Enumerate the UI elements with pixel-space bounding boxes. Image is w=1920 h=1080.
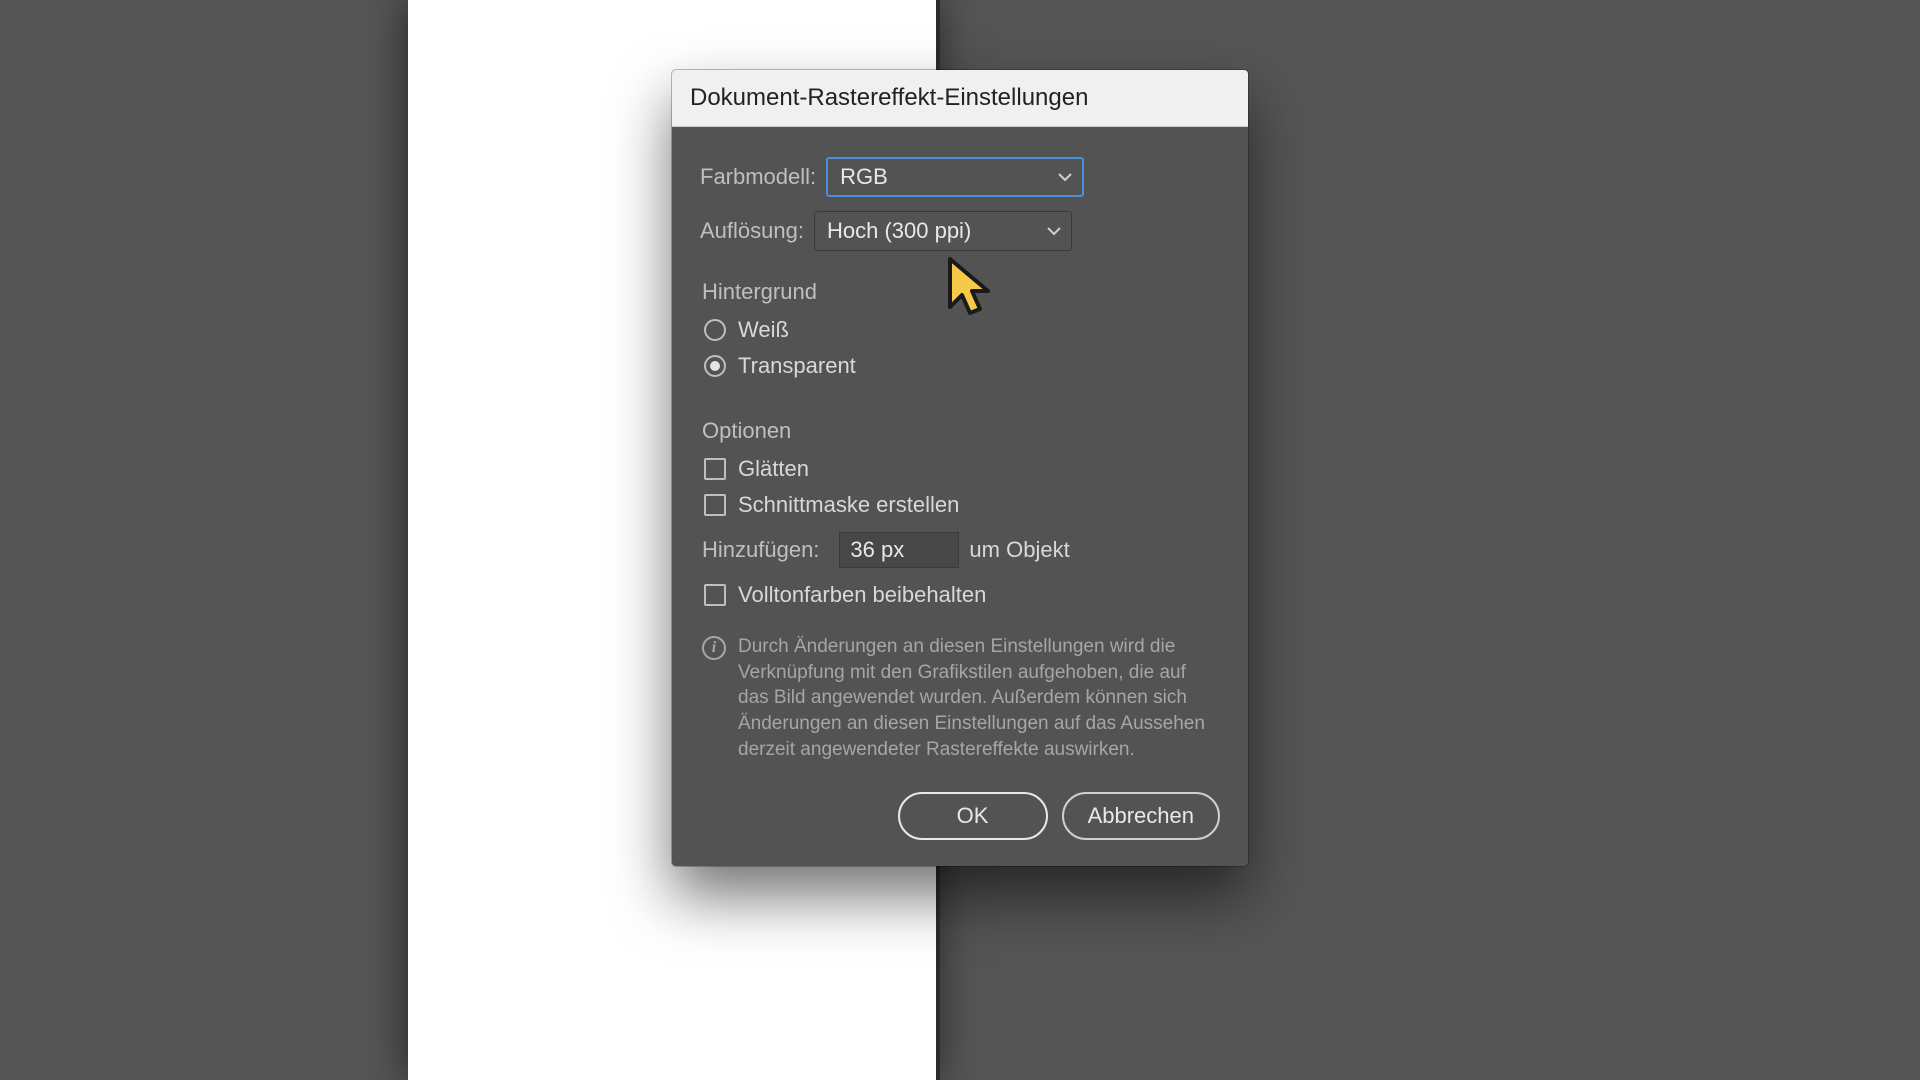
info-row: i Durch Änderungen an diesen Einstellung… <box>700 634 1220 762</box>
antialias-checkbox[interactable]: Glätten <box>704 456 1220 482</box>
dialog-button-row: OK Abbrechen <box>700 792 1220 840</box>
chevron-down-icon <box>1047 224 1061 238</box>
resolution-select[interactable]: Hoch (300 ppi) <box>814 211 1072 251</box>
options-group: Optionen Glätten Schnittmaske erstellen … <box>700 389 1220 608</box>
color-model-label: Farbmodell: <box>700 164 816 190</box>
add-padding-input[interactable] <box>839 532 959 568</box>
background-white-label: Weiß <box>738 317 789 343</box>
clipmask-checkbox[interactable]: Schnittmaske erstellen <box>704 492 1220 518</box>
background-white-radio[interactable]: Weiß <box>704 317 1220 343</box>
checkbox-icon <box>704 458 726 480</box>
antialias-label: Glätten <box>738 456 809 482</box>
background-transparent-radio[interactable]: Transparent <box>704 353 1220 379</box>
radio-icon <box>704 319 726 341</box>
options-group-label: Optionen <box>702 418 1220 444</box>
checkbox-icon <box>704 584 726 606</box>
add-padding-suffix: um Objekt <box>969 537 1069 563</box>
preserve-spot-label: Volltonfarben beibehalten <box>738 582 986 608</box>
color-model-select[interactable]: RGB <box>826 157 1084 197</box>
background-transparent-label: Transparent <box>738 353 856 379</box>
info-icon: i <box>702 636 726 660</box>
preserve-spot-checkbox[interactable]: Volltonfarben beibehalten <box>704 582 1220 608</box>
resolution-value: Hoch (300 ppi) <box>827 218 971 244</box>
color-model-value: RGB <box>840 164 888 190</box>
resolution-row: Auflösung: Hoch (300 ppi) <box>700 211 1220 251</box>
add-padding-row: Hinzufügen: um Objekt <box>702 532 1220 568</box>
raster-effect-settings-dialog: Dokument-Rastereffekt-Einstellungen Farb… <box>672 70 1248 866</box>
add-padding-label: Hinzufügen: <box>702 537 819 563</box>
clipmask-label: Schnittmaske erstellen <box>738 492 959 518</box>
cancel-button[interactable]: Abbrechen <box>1062 792 1220 840</box>
radio-checked-icon <box>704 355 726 377</box>
resolution-label: Auflösung: <box>700 218 804 244</box>
chevron-down-icon <box>1058 170 1072 184</box>
dialog-title: Dokument-Rastereffekt-Einstellungen <box>672 70 1248 127</box>
ok-button[interactable]: OK <box>898 792 1048 840</box>
color-model-row: Farbmodell: RGB <box>700 157 1220 197</box>
checkbox-icon <box>704 494 726 516</box>
info-text: Durch Änderungen an diesen Einstellungen… <box>738 634 1218 762</box>
dialog-body: Farbmodell: RGB Auflösung: Hoch (300 ppi… <box>672 127 1248 866</box>
background-group-label: Hintergrund <box>702 279 1220 305</box>
